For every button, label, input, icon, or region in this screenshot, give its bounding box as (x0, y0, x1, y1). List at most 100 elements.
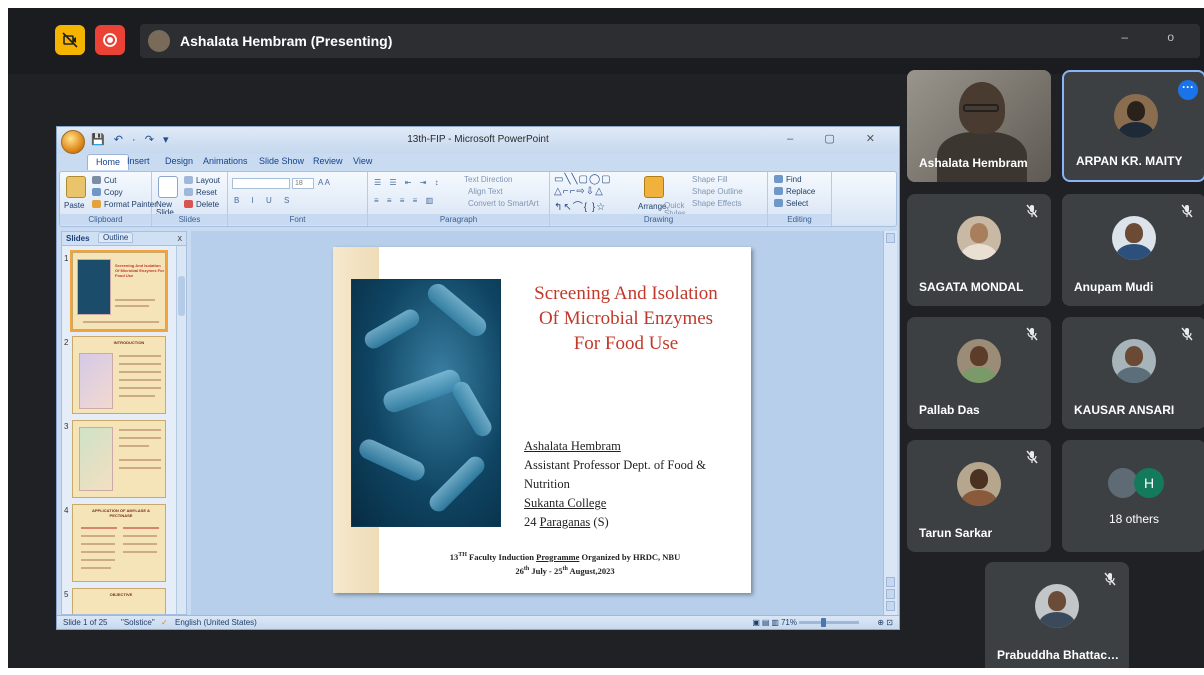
list-buttons[interactable]: ☰ ☰ ⇤ ⇥ ↕ (374, 178, 442, 187)
participant-name: Tarun Sarkar (919, 526, 993, 540)
next-slide-button[interactable] (886, 589, 895, 599)
thumb-number: 1 (64, 254, 69, 263)
participant-name: Pallab Das (919, 403, 980, 417)
arrange-icon[interactable] (644, 176, 664, 198)
shape-outline-button[interactable]: Shape Outline (692, 187, 743, 196)
find-button[interactable]: Find (774, 175, 802, 184)
view-buttons[interactable]: ▣▤▥ (752, 618, 781, 627)
thumb-image (77, 259, 111, 315)
participant-tile[interactable]: Anupam Mudi (1062, 194, 1204, 306)
outline-tab[interactable]: Outline (98, 232, 134, 243)
thumb-number: 3 (64, 422, 69, 431)
ppt-window-buttons[interactable]: – ▢ ✕ (787, 132, 889, 145)
font-style-buttons[interactable]: B I U S (234, 196, 294, 205)
thumb-text-line (119, 429, 161, 431)
zoom-slider[interactable] (799, 618, 859, 627)
zoom-level[interactable]: 71% (781, 618, 797, 627)
font-grow-shrink[interactable]: A A (318, 178, 330, 187)
mic-off-icon (1181, 327, 1193, 341)
recording-button[interactable] (95, 25, 125, 55)
cut-button[interactable]: Cut (92, 176, 116, 185)
slide-title-line: Of Microbial Enzymes (538, 308, 714, 329)
thumbnail-scrollbar[interactable] (176, 246, 186, 614)
replace-button[interactable]: Replace (774, 187, 815, 196)
thumb-text-line (115, 299, 155, 301)
align-buttons[interactable]: ≡ ≡ ≡ ≡ ▥ (374, 196, 436, 205)
shapes-gallery-row2[interactable]: △⌐⌐⇨⇩△ (554, 186, 604, 197)
scroll-down-button[interactable] (886, 601, 895, 611)
scroll-up-button[interactable] (886, 233, 895, 243)
copy-button[interactable]: Copy (92, 188, 123, 197)
slide-thumbnail[interactable]: INTRODUCTION (72, 336, 166, 414)
shape-effects-button[interactable]: Shape Effects (692, 199, 742, 208)
fit-window-icon[interactable]: ⊕ ⊡ (877, 618, 893, 627)
ppt-title-bar: 💾 ↶ · ↷ ▾ 13th-FIP - Microsoft PowerPoin… (57, 127, 899, 154)
participant-tile[interactable]: KAUSAR ANSARI (1062, 317, 1204, 429)
shape-fill-button[interactable]: Shape Fill (692, 175, 728, 184)
shapes-gallery[interactable]: ▭╲╲▢◯▢ (554, 174, 612, 185)
editor-scrollbar[interactable] (883, 231, 897, 615)
delete-button[interactable]: Delete (184, 200, 219, 209)
thumb-text-line (119, 459, 161, 461)
thumb-text-line (119, 387, 161, 389)
tab-animations[interactable]: Animations (203, 156, 248, 166)
font-name-box[interactable] (232, 178, 290, 189)
panel-close-icon[interactable]: x (178, 233, 183, 243)
spellcheck-icon[interactable]: ✓ (161, 618, 168, 627)
participant-tile[interactable]: SAGATA MONDAL (907, 194, 1051, 306)
slide-counter: Slide 1 of 25 (63, 618, 108, 627)
slide-thumbnail[interactable]: APPLICATION OF AMYLASE & PECTINASE (72, 504, 166, 582)
drawing-label: Drawing (550, 214, 767, 225)
others-tile[interactable]: H 18 others (1062, 440, 1204, 552)
tab-review[interactable]: Review (313, 156, 343, 166)
prev-slide-button[interactable] (886, 577, 895, 587)
tab-design[interactable]: Design (165, 156, 193, 166)
select-button[interactable]: Select (774, 199, 808, 208)
editing-label: Editing (768, 214, 831, 225)
participant-tile[interactable]: Ashalata Hembram (907, 70, 1051, 182)
zoom-knob[interactable] (821, 618, 826, 627)
shapes-gallery-row3[interactable]: ↰↖⌒{ }☆ (554, 198, 606, 213)
tab-home[interactable]: Home (87, 154, 130, 170)
slide-editing-area[interactable]: Screening And Isolation Of Microbial Enz… (191, 231, 883, 615)
reset-button[interactable]: Reset (184, 188, 217, 197)
avatar (957, 462, 1001, 506)
slides-tab[interactable]: Slides (66, 234, 90, 243)
participant-tile[interactable]: Tarun Sarkar (907, 440, 1051, 552)
current-slide[interactable]: Screening And Isolation Of Microbial Enz… (333, 247, 751, 593)
new-slide-icon[interactable] (158, 176, 178, 198)
presenter-bar[interactable]: Ashalata Hembram (Presenting) – o (140, 24, 1200, 58)
paste-icon[interactable] (66, 176, 86, 198)
tab-view[interactable]: View (353, 156, 372, 166)
slide-thumbnail[interactable] (72, 420, 166, 498)
hide-notice-button[interactable] (55, 25, 85, 55)
format-painter-button[interactable]: Format Painter (92, 200, 157, 209)
cursor-icon (774, 199, 783, 207)
tab-slide-show[interactable]: Slide Show (259, 156, 304, 166)
window-controls[interactable]: – o (1121, 30, 1192, 44)
thumb-image (79, 353, 113, 409)
replace-icon (774, 187, 783, 195)
participant-tile[interactable]: Pallab Das (907, 317, 1051, 429)
paste-button[interactable]: Paste (64, 201, 84, 210)
top-bar: Ashalata Hembram (Presenting) – o (8, 8, 1204, 74)
participant-tile[interactable]: ··· ARPAN KR. MAITY (1062, 70, 1204, 182)
text-direction-button[interactable]: Text Direction (464, 175, 512, 184)
thumb-text-line (83, 321, 159, 323)
layout-button[interactable]: Layout (184, 176, 220, 185)
font-size-box[interactable]: 18 (292, 178, 314, 189)
participant-name: Ashalata Hembram (919, 156, 1028, 170)
language-status[interactable]: English (United States) (175, 618, 257, 627)
convert-smartart-button[interactable]: Convert to SmartArt (468, 199, 539, 208)
align-text-button[interactable]: Align Text (468, 187, 503, 196)
scroll-thumb[interactable] (178, 276, 185, 316)
participant-tile[interactable]: Prabuddha Bhattacha... (985, 562, 1129, 668)
arrange-button[interactable]: Arrange (638, 202, 666, 211)
bacteria-rod (449, 378, 495, 440)
tab-insert[interactable]: Insert (127, 156, 150, 166)
participant-name: SAGATA MONDAL (919, 280, 1024, 294)
slide-thumbnail[interactable]: Screening And Isolation Of Microbial Enz… (70, 250, 168, 332)
slides-panel: Slides Outline x 1 Screening And Isolati… (61, 231, 187, 615)
slide-thumbnail[interactable]: OBJECTIVE (72, 588, 166, 614)
more-options-button[interactable]: ··· (1178, 80, 1198, 100)
